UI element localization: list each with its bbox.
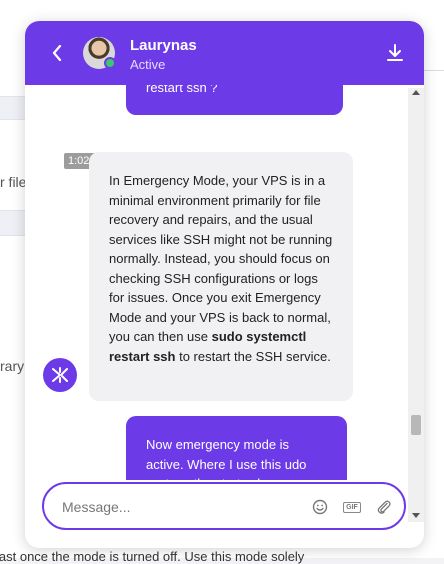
chat-widget: Laurynas Active restart ssh ? 1:02 am In…: [25, 21, 424, 548]
bot-avatar: [43, 358, 77, 392]
chevron-left-icon: [52, 45, 62, 61]
scrollbar-thumb[interactable]: [411, 415, 421, 435]
online-status-dot: [104, 57, 116, 69]
scroll-up-arrow-icon[interactable]: [412, 90, 420, 95]
background-text: rary: [0, 358, 25, 374]
gif-icon: GIF: [343, 501, 361, 513]
paperclip-icon: [377, 500, 391, 514]
agent-message-text: In Emergency Mode, your VPS is in a mini…: [109, 173, 333, 344]
agent-status: Active: [130, 57, 166, 72]
download-transcript-button[interactable]: [386, 43, 404, 63]
back-button[interactable]: [47, 41, 67, 65]
background-text: r file: [0, 174, 27, 190]
page-scrollbar[interactable]: [408, 88, 424, 522]
bot-logo-icon: [52, 367, 68, 383]
emoji-button[interactable]: [310, 497, 330, 517]
agent-message-text-end: to restart the SSH service.: [175, 348, 331, 364]
scroll-down-arrow-icon[interactable]: [412, 513, 420, 518]
message-input[interactable]: [60, 494, 284, 520]
attach-button[interactable]: [374, 497, 394, 517]
message-composer: GIF: [42, 482, 406, 530]
agent-name: Laurynas: [130, 37, 197, 54]
background-bottom-text: last once the mode is turned off. Use th…: [0, 549, 305, 564]
chat-header: Laurynas Active: [25, 21, 424, 85]
emoji-icon: [312, 499, 328, 515]
agent-avatar: [83, 37, 116, 69]
download-icon: [387, 44, 403, 61]
user-message: Now emergency mode is active. Where I us…: [126, 416, 347, 480]
agent-message: In Emergency Mode, your VPS is in a mini…: [89, 152, 353, 401]
user-message: restart ssh ?: [126, 85, 343, 115]
message-list[interactable]: restart ssh ? 1:02 am In Emergency Mode,…: [25, 85, 424, 480]
gif-button[interactable]: GIF: [342, 497, 362, 517]
